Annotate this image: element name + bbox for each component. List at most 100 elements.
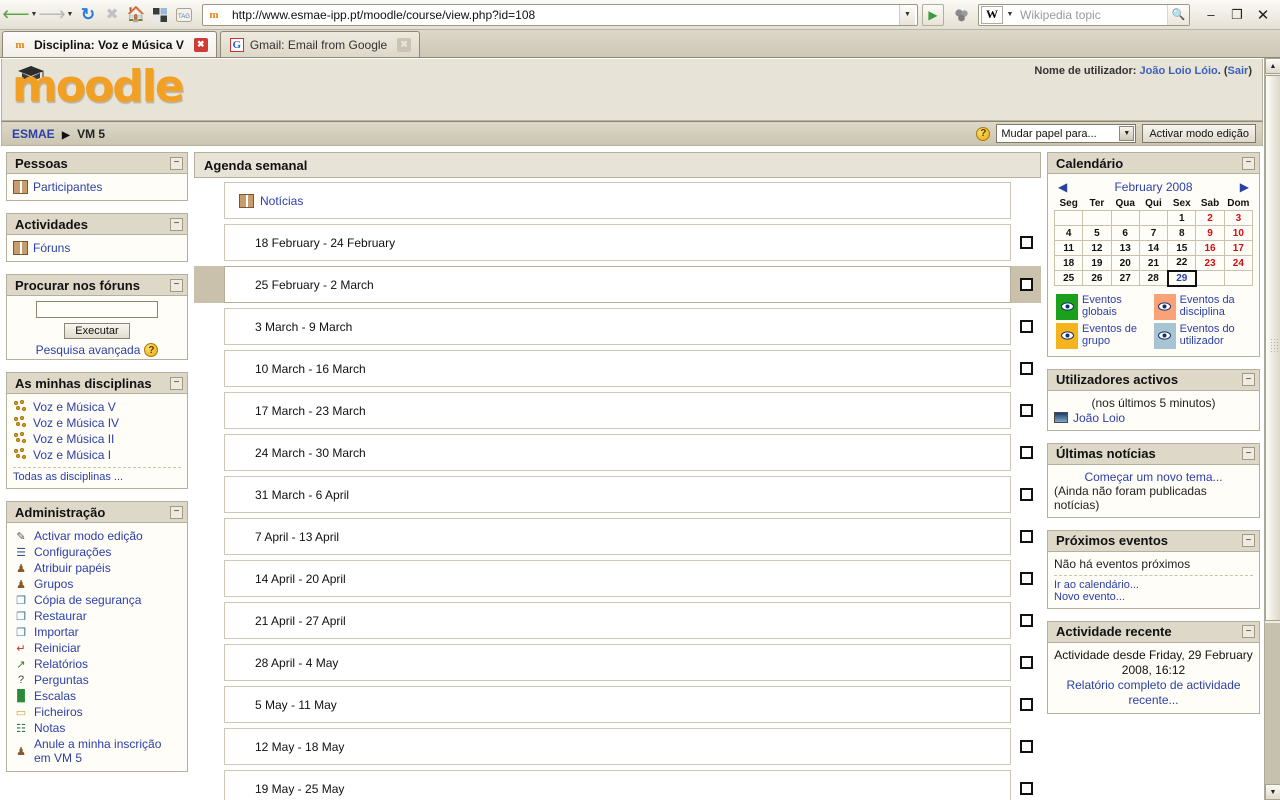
minus-icon[interactable]: − [1242,447,1255,460]
minus-icon[interactable]: − [1242,373,1255,386]
minus-icon[interactable]: − [170,505,183,519]
turn-editing-on-button[interactable]: Activar modo edição [1142,124,1256,143]
username-link[interactable]: João Loio Lóio [1140,65,1218,77]
home-icon[interactable]: 🏠 [124,3,148,27]
calendar-day-6[interactable]: 6 [1110,225,1140,241]
address-bar[interactable]: m http://www.esmae-ipp.pt/moodle/course/… [202,3,918,26]
sidebar-item-admin-6[interactable]: ❐ Importar [13,624,181,640]
sidebar-item-label[interactable]: Notas [34,721,65,735]
stop-icon[interactable]: ✖ [100,3,124,27]
calendar-day-29[interactable]: 29 [1166,269,1197,287]
calendar-day-7[interactable]: 7 [1138,225,1169,241]
calendar-day-22[interactable]: 22 [1167,255,1197,271]
sidebar-item-admin-11[interactable]: ▭ Ficheiros [13,704,181,720]
all-courses-link[interactable]: Todas as disciplinas ... [13,471,123,483]
calendar-day-3[interactable]: 3 [1223,210,1254,226]
highlight-section-icon[interactable] [1019,488,1033,501]
sidebar-item-label[interactable]: Importar [34,625,79,639]
sidebar-item-label[interactable]: Atribuir papéis [34,561,111,575]
sidebar-item-label[interactable]: Relatórios [34,657,88,671]
calendar-day-24[interactable]: 24 [1223,255,1254,271]
sidebar-item-label[interactable]: Ficheiros [34,705,83,719]
apps-icon[interactable] [148,3,172,27]
eye-icon[interactable] [1153,293,1176,320]
maximize-button[interactable]: ❐ [1224,3,1250,27]
calendar-legend-item-2[interactable]: Eventos de grupo [1056,322,1148,349]
minimize-button[interactable]: – [1198,3,1224,27]
calendar-legend-item-0[interactable]: Eventos globais [1056,293,1148,320]
sidebar-item-label[interactable]: Restaurar [34,609,87,623]
url-dropdown-icon[interactable]: ▼ [899,4,915,25]
calendar-day-8[interactable]: 8 [1167,225,1197,241]
sidebar-item-admin-4[interactable]: ❐ Cópia de segurança [13,592,181,608]
calendar-month-label[interactable]: February 2008 [1114,180,1192,194]
active-user-link[interactable]: João Loio [1073,411,1125,425]
help-icon[interactable]: ? [976,126,991,141]
sidebar-item-admin-9[interactable]: ? Perguntas [13,672,181,688]
calendar-day-11[interactable]: 11 [1053,240,1084,256]
calendar-day-20[interactable]: 20 [1110,255,1140,271]
minus-icon[interactable]: − [1242,534,1255,547]
calendar-day-10[interactable]: 10 [1223,225,1254,241]
calendar-day-28[interactable]: 28 [1138,270,1169,286]
sidebar-item-admin-0[interactable]: ✎ Activar modo edição [13,528,181,544]
sidebar-item-admin-12[interactable]: ☷ Notas [13,720,181,736]
eye-icon[interactable] [1056,322,1078,349]
close-icon[interactable]: ✖ [397,37,412,52]
new-topic-link[interactable]: Começar um novo tema... [1084,470,1222,484]
prev-month-icon[interactable]: ◀ [1058,180,1067,194]
forward-arrow-icon[interactable]: ⟶ [38,3,65,27]
highlight-section-icon[interactable] [1019,740,1033,753]
calendar-day-5[interactable]: 5 [1082,225,1112,241]
calendar-day-25[interactable]: 25 [1053,270,1084,286]
highlight-section-icon[interactable] [1019,278,1033,291]
full-report-link[interactable]: Relatório completo de actividade recente… [1066,678,1240,707]
sidebar-item-admin-13[interactable]: ♟ Anule a minha inscrição em VM 5 [13,736,181,766]
calendar-day-1[interactable]: 1 [1167,210,1197,226]
calendar-day-26[interactable]: 26 [1082,270,1112,286]
sidebar-item-label[interactable]: Voz e Música I [33,448,111,462]
minus-icon[interactable]: − [1242,625,1255,638]
news-forum-link[interactable]: Notícias [260,194,303,208]
list-item[interactable]: João Loio [1054,410,1253,425]
sidebar-item-admin-5[interactable]: ❐ Restaurar [13,608,181,624]
sidebar-item-course-2[interactable]: Voz e Música II [13,431,181,447]
sidebar-item-label[interactable]: Configurações [34,545,111,559]
sidebar-item-label[interactable]: Anule a minha inscrição em VM 5 [34,737,181,765]
highlight-section-icon[interactable] [1019,782,1033,795]
calendar-day-14[interactable]: 14 [1138,240,1169,256]
search-icon[interactable]: 🔍 [1167,4,1189,25]
breadcrumb-root[interactable]: ESMAE [12,127,55,141]
sidebar-item-admin-8[interactable]: ↗ Relatórios [13,656,181,672]
highlight-section-icon[interactable] [1019,362,1033,375]
sidebar-item-label[interactable]: Voz e Música V [33,400,116,414]
scroll-down-button[interactable]: ▼ [1265,784,1280,800]
new-event-link[interactable]: Novo evento... [1054,591,1253,603]
extension-icon[interactable] [950,3,974,27]
sidebar-item-label[interactable]: Grupos [34,577,73,591]
forward-history-dropdown[interactable]: ▼ [64,3,76,27]
search-input[interactable]: Wikipedia topic [1016,8,1167,22]
highlight-section-icon[interactable] [1019,656,1033,669]
tab-moodle[interactable]: m Disciplina: Voz e Música V ✖ [2,31,217,57]
calendar-day-13[interactable]: 13 [1110,240,1140,256]
sidebar-item-label[interactable]: Cópia de segurança [34,593,141,607]
chevron-down-icon[interactable]: ▼ [1119,126,1135,141]
logout-link[interactable]: Sair [1228,65,1249,77]
close-icon[interactable]: ✖ [193,37,208,52]
sidebar-item-admin-2[interactable]: ♟ Atribuir papéis [13,560,181,576]
sidebar-item-label[interactable]: Escalas [34,689,76,703]
calendar-day-18[interactable]: 18 [1053,255,1084,271]
reload-icon[interactable]: ↻ [76,3,100,27]
sidebar-item-label[interactable]: Reiniciar [34,641,81,655]
calendar-legend-item-1[interactable]: Eventos da disciplina [1153,293,1246,320]
go-button[interactable]: ▶ [922,3,944,26]
sidebar-item-foruns[interactable]: Fóruns [13,240,181,256]
calendar-day-27[interactable]: 27 [1110,270,1140,286]
highlight-section-icon[interactable] [1019,572,1033,585]
wikipedia-engine-icon[interactable]: W [981,5,1003,24]
url-text[interactable]: http://www.esmae-ipp.pt/moodle/course/vi… [228,8,899,22]
calendar-day-9[interactable]: 9 [1195,225,1225,241]
scroll-up-button[interactable]: ▲ [1265,58,1280,74]
advanced-search-link[interactable]: Pesquisa avançada [36,343,141,357]
